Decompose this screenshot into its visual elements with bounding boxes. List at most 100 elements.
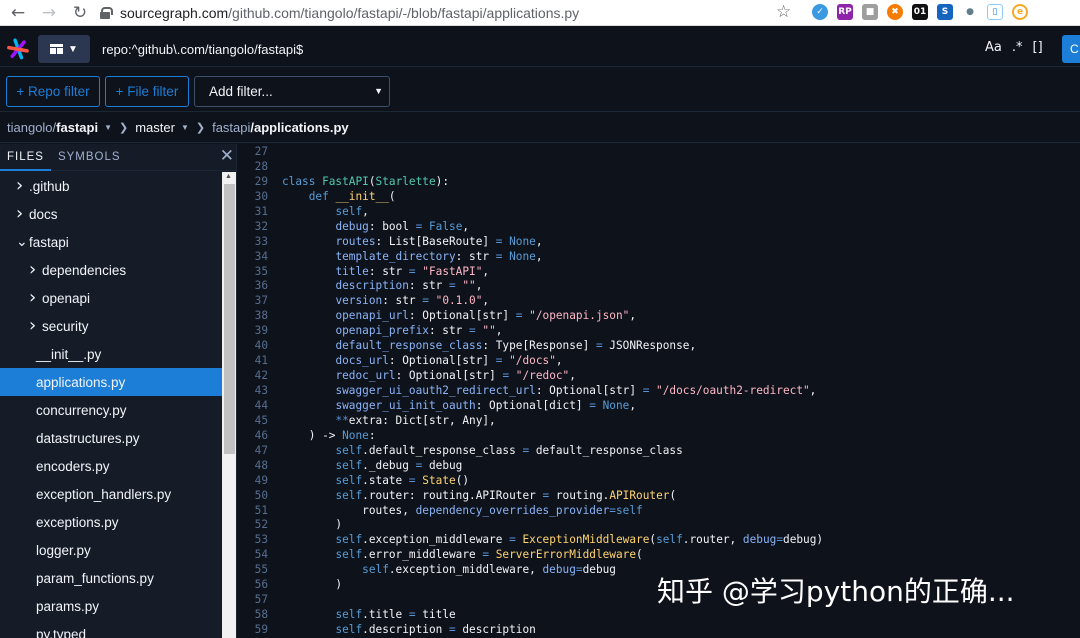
line-number[interactable]: 37 xyxy=(238,294,268,309)
add-filter-select[interactable]: Add filter... ▼ xyxy=(194,76,390,107)
regex-toggle[interactable]: .* xyxy=(1012,40,1023,55)
scrollbar-thumb[interactable] xyxy=(224,184,235,454)
line-number[interactable]: 52 xyxy=(238,518,268,533)
forward-arrow-icon[interactable]: → xyxy=(35,0,63,26)
breadcrumb-file[interactable]: applications.py xyxy=(254,120,349,135)
code-token: ( xyxy=(669,488,677,502)
line-number[interactable]: 40 xyxy=(238,339,268,354)
line-number[interactable]: 36 xyxy=(238,279,268,294)
grid-icon xyxy=(50,44,64,54)
line-number[interactable]: 33 xyxy=(238,235,268,250)
line-number[interactable]: 30 xyxy=(238,190,268,205)
reload-icon[interactable]: ↻ xyxy=(66,0,94,26)
back-arrow-icon[interactable]: ← xyxy=(4,0,32,26)
extension-circle-icon[interactable]: e xyxy=(1012,4,1028,20)
sourcegraph-logo-icon[interactable] xyxy=(6,37,30,61)
extension-page-icon[interactable]: ▯ xyxy=(987,4,1003,20)
tree-item[interactable]: logger.py xyxy=(0,536,222,564)
zhihu-watermark: 知乎 @学习python的正确... xyxy=(657,575,1015,608)
line-number[interactable]: 46 xyxy=(238,429,268,444)
line-number[interactable]: 41 xyxy=(238,354,268,369)
extension-satellite-icon[interactable]: ● xyxy=(962,4,978,20)
code-token: : str xyxy=(382,294,423,308)
tree-item[interactable]: › docs xyxy=(0,200,222,228)
line-number[interactable]: 59 xyxy=(238,623,268,638)
tree-item[interactable]: param_functions.py xyxy=(0,564,222,592)
extension-01-icon[interactable]: 01 xyxy=(912,4,928,20)
code-token: None xyxy=(502,234,536,248)
line-number[interactable]: 47 xyxy=(238,444,268,459)
breadcrumb-dir[interactable]: fastapi xyxy=(212,120,250,135)
line-number[interactable]: 56 xyxy=(238,578,268,593)
tree-item[interactable]: datastructures.py xyxy=(0,424,222,452)
code-token: : str xyxy=(455,249,496,263)
search-button[interactable]: C xyxy=(1062,35,1080,63)
line-number[interactable]: 53 xyxy=(238,533,268,548)
structural-search-toggle[interactable]: [] xyxy=(1033,40,1043,55)
repo-menu-button[interactable]: ▼ xyxy=(38,35,90,63)
extension-gray-icon[interactable]: ■ xyxy=(862,4,878,20)
tree-item-label: .github xyxy=(29,178,70,194)
code-line: 28 xyxy=(238,160,1080,175)
line-number[interactable]: 44 xyxy=(238,399,268,414)
repo-filter-button[interactable]: + Repo filter xyxy=(6,76,100,107)
tree-item[interactable]: applications.py xyxy=(0,368,222,396)
line-number[interactable]: 58 xyxy=(238,608,268,623)
tree-item[interactable]: › dependencies xyxy=(0,256,222,284)
tree-item[interactable]: concurrency.py xyxy=(0,396,222,424)
code-token: debug xyxy=(582,563,616,577)
bookmark-star-icon[interactable]: ☆ xyxy=(776,2,791,22)
code-text: routes, dependency_overrides_provider=se… xyxy=(268,504,643,519)
line-number[interactable]: 45 xyxy=(238,414,268,429)
scroll-up-icon[interactable]: ▲ xyxy=(225,173,232,180)
line-number[interactable]: 49 xyxy=(238,474,268,489)
line-number[interactable]: 55 xyxy=(238,563,268,578)
tree-item[interactable]: › .github xyxy=(0,172,222,200)
line-number[interactable]: 54 xyxy=(238,548,268,563)
code-token: "/docs" xyxy=(502,354,556,368)
breadcrumb-branch[interactable]: master xyxy=(135,120,175,135)
extension-compass-icon[interactable]: ✓ xyxy=(812,4,828,20)
line-number[interactable]: 32 xyxy=(238,220,268,235)
case-sensitivity-toggle[interactable]: Aa xyxy=(985,40,1002,55)
address-bar[interactable]: sourcegraph.com/github.com/tiangolo/fast… xyxy=(100,0,806,26)
line-number[interactable]: 39 xyxy=(238,324,268,339)
search-query-input[interactable]: repo:^github\.com/tiangolo/fastapi$ xyxy=(92,35,972,63)
tree-item[interactable]: encoders.py xyxy=(0,452,222,480)
close-icon[interactable]: ✕ xyxy=(220,146,234,166)
line-number[interactable]: 51 xyxy=(238,504,268,519)
line-number[interactable]: 27 xyxy=(238,145,268,160)
line-number[interactable]: 38 xyxy=(238,309,268,324)
tree-item[interactable]: ⌄ fastapi xyxy=(0,228,222,256)
line-number[interactable]: 57 xyxy=(238,593,268,608)
tab-files[interactable]: FILES xyxy=(0,144,51,171)
caret-down-icon[interactable]: ▼ xyxy=(181,123,189,132)
breadcrumb-owner[interactable]: tiangolo/ xyxy=(7,120,56,135)
caret-down-icon[interactable]: ▼ xyxy=(104,123,112,132)
tree-item[interactable]: exceptions.py xyxy=(0,508,222,536)
extension-rp-icon[interactable]: RP xyxy=(837,4,853,20)
tree-item[interactable]: › openapi xyxy=(0,284,222,312)
breadcrumb-repo[interactable]: fastapi xyxy=(56,120,98,135)
line-number[interactable]: 28 xyxy=(238,160,268,175)
line-number[interactable]: 50 xyxy=(238,489,268,504)
tab-symbols[interactable]: SYMBOLS xyxy=(51,144,128,171)
tree-item[interactable]: py.typed xyxy=(0,620,222,638)
tree-item[interactable]: › security xyxy=(0,312,222,340)
line-number[interactable]: 29 xyxy=(238,175,268,190)
sidebar-scrollbar[interactable]: ▲ xyxy=(222,172,236,638)
line-number[interactable]: 34 xyxy=(238,250,268,265)
tree-item-label: docs xyxy=(29,206,58,222)
line-number[interactable]: 35 xyxy=(238,265,268,280)
line-number[interactable]: 42 xyxy=(238,369,268,384)
extension-s-icon[interactable]: S xyxy=(937,4,953,20)
line-number[interactable]: 43 xyxy=(238,384,268,399)
tree-item[interactable]: params.py xyxy=(0,592,222,620)
code-text: self.error_middleware = ServerErrorMiddl… xyxy=(268,548,642,563)
tree-item[interactable]: exception_handlers.py xyxy=(0,480,222,508)
line-number[interactable]: 48 xyxy=(238,459,268,474)
line-number[interactable]: 31 xyxy=(238,205,268,220)
tree-item[interactable]: __init__.py xyxy=(0,340,222,368)
file-filter-button[interactable]: + File filter xyxy=(105,76,189,107)
extension-orange-icon[interactable]: ✖ xyxy=(887,4,903,20)
